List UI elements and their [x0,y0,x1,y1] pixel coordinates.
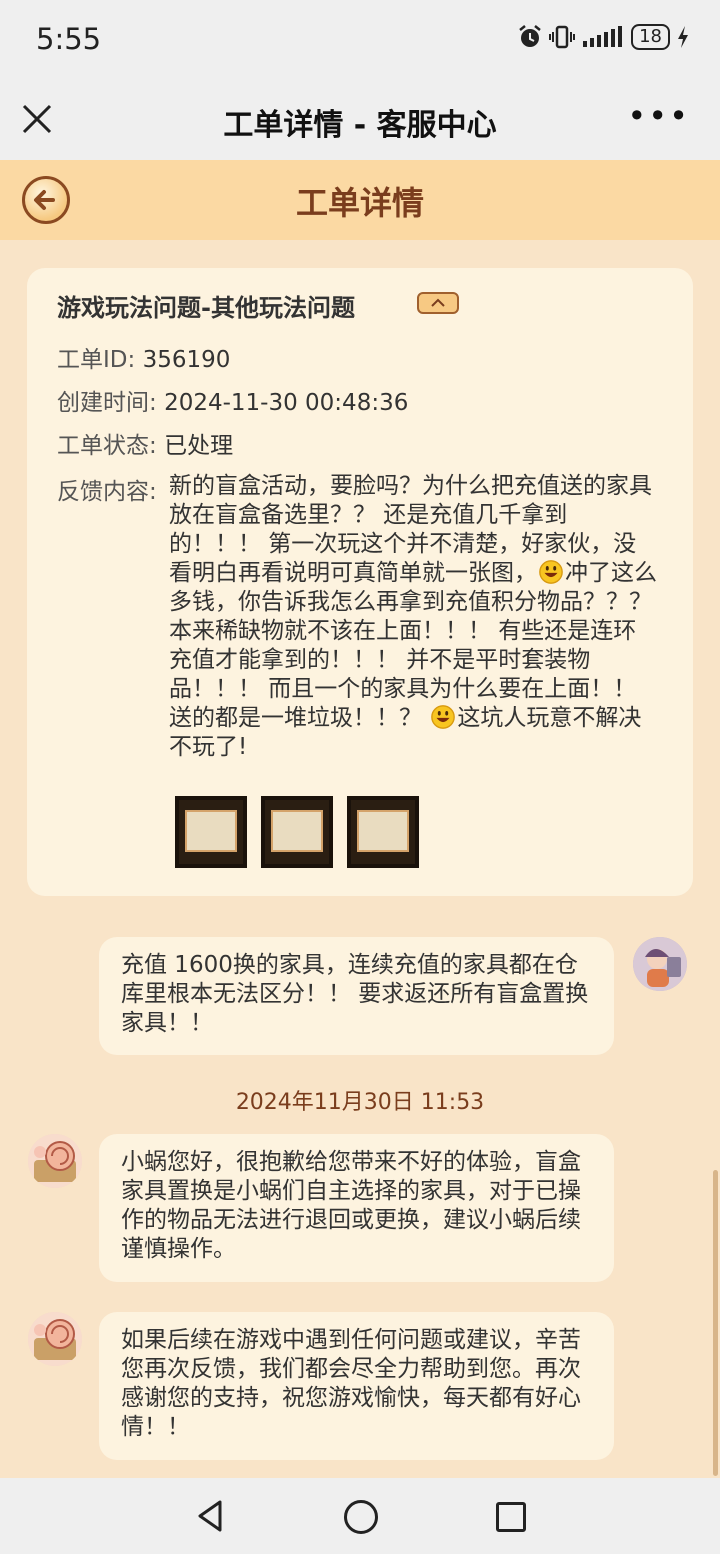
status-value: 已处理 [164,433,234,459]
support-message-text: 如果后续在游戏中遇到任何问题或建议，辛苦您再次反馈，我们都会尽全力帮助到您。再次… [121,1327,581,1440]
more-menu-button[interactable]: ••• [627,100,690,132]
support-avatar [28,1134,82,1188]
support-message-text: 小蜗您好，很抱歉给您带来不好的体验，盲盒家具置换是小蜗们自主选择的家具，对于已操… [121,1149,581,1262]
system-nav-bar [0,1478,720,1554]
user-message-text: 充值 1600换的家具，连续充值的家具都在仓库里根本无法区分！！ 要求返还所有盲… [121,952,589,1036]
snail-avatar-icon [28,1312,82,1366]
status-time: 5:55 [36,22,102,56]
chevron-up-icon [431,298,445,307]
attachment-thumbnails [175,796,419,868]
message-timestamp: 2024年11月30日 11:53 [235,1090,485,1115]
ticket-id-label: 工单ID: [57,347,136,373]
user-avatar [633,937,687,991]
status-row: 工单状态: 已处理 [57,426,233,460]
grinning-emoji-icon [539,560,563,584]
scrollbar[interactable] [713,1170,718,1476]
status-icons: 18 [517,24,690,50]
nav-home-icon[interactable] [344,1500,378,1534]
title-bar: 工单详情 - 客服中心 ••• [0,80,720,160]
nav-back-icon[interactable] [196,1499,224,1533]
status-bar: 5:55 18 [0,0,720,80]
ticket-card: 游戏玩法问题-其他玩法问题 工单ID: 356190 创建时间: 2024-11… [27,268,693,896]
status-label: 工单状态: [57,433,157,459]
collapse-button[interactable] [417,292,459,314]
ticket-id-value: 356190 [142,347,231,373]
charging-icon [678,26,688,48]
created-time-label: 创建时间: [57,390,157,416]
attachment-image[interactable] [175,796,247,868]
attachment-image[interactable] [261,796,333,868]
feedback-content: 新的盲盒活动，要脸吗？为什么把充值送的家具放在盲盒备选里？？ 还是充值几千拿到的… [169,472,659,762]
ticket-id-row: 工单ID: 356190 [57,340,230,374]
vibrate-icon [549,25,576,49]
support-message-bubble: 如果后续在游戏中遇到任何问题或建议，辛苦您再次反馈，我们都会尽全力帮助到您。再次… [99,1312,614,1460]
ticket-title: 游戏玩法问题-其他玩法问题 [57,294,355,322]
battery-icon: 18 [631,24,670,50]
support-message-bubble: 小蜗您好，很抱歉给您带来不好的体验，盲盒家具置换是小蜗们自主选择的家具，对于已操… [99,1134,614,1282]
user-message-bubble: 充值 1600换的家具，连续充值的家具都在仓库里根本无法区分！！ 要求返还所有盲… [99,937,614,1055]
signal-icon [583,26,623,47]
created-time-value: 2024-11-30 00:48:36 [164,390,409,416]
user-avatar-image [633,937,687,991]
snail-avatar-icon [28,1134,82,1188]
support-avatar [28,1312,82,1366]
page-title: 工单详情 - 客服中心 [223,108,497,143]
alarm-icon [519,25,541,47]
nav-recents-icon[interactable] [496,1502,526,1532]
feedback-label: 反馈内容: [57,479,157,505]
header: 工单详情 [0,160,720,240]
attachment-image[interactable] [347,796,419,868]
grinning-emoji-icon [431,705,456,729]
created-time-row: 创建时间: 2024-11-30 00:48:36 [57,383,408,417]
header-title: 工单详情 [295,184,424,222]
